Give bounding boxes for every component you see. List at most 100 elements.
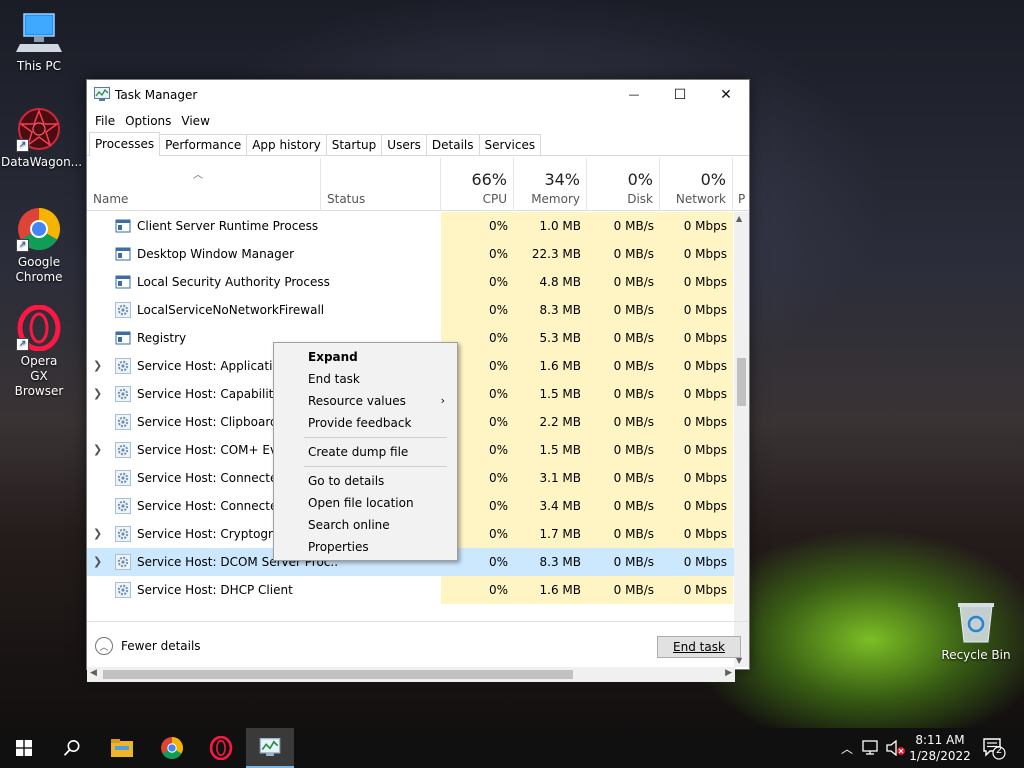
expand-chevron-icon[interactable]: ❯: [93, 555, 102, 568]
expand-chevron-icon[interactable]: ❯: [93, 387, 102, 400]
column-header-network[interactable]: 0% Network: [660, 158, 733, 211]
scroll-left-icon[interactable]: ◀: [90, 668, 97, 678]
context-menu-item-expand[interactable]: Expand: [274, 346, 457, 368]
network-icon[interactable]: [862, 740, 880, 756]
disk-cell: 0 MB/s: [587, 408, 660, 436]
vertical-scroll-thumb[interactable]: [737, 358, 746, 406]
desktop-icon-opera-gx[interactable]: ↗ Opera GX Browser: [1, 304, 77, 399]
start-button[interactable]: [0, 728, 48, 768]
search-button[interactable]: [48, 728, 96, 768]
tray-overflow-chevron-icon[interactable]: ︿: [838, 740, 856, 757]
gear-icon: [115, 526, 131, 542]
menu-file[interactable]: File: [90, 114, 120, 128]
tab-processes[interactable]: Processes: [89, 132, 161, 156]
table-row[interactable]: LocalServiceNoNetworkFirewall 0% 8.3 MB 0 M…: [87, 296, 735, 324]
table-row[interactable]: Client Server Runtime Process 0% 1.0 MB 0 M…: [87, 212, 735, 240]
context-menu-item-search-online[interactable]: Search online: [274, 514, 457, 536]
column-header-power[interactable]: P: [733, 158, 749, 211]
disk-cell: 0 MB/s: [587, 296, 660, 324]
scroll-right-icon[interactable]: ▶: [725, 668, 732, 678]
menu-view[interactable]: View: [176, 114, 214, 128]
context-menu-item-properties[interactable]: Properties: [274, 536, 457, 558]
column-label-network: Network: [675, 192, 726, 206]
context-menu-item-create-dump-file[interactable]: Create dump file: [274, 441, 457, 463]
disk-cell: 0 MB/s: [587, 464, 660, 492]
context-menu-item-label: Search online: [308, 518, 390, 532]
disk-cell: 0 MB/s: [587, 548, 660, 576]
taskbar-file-explorer[interactable]: [98, 728, 146, 768]
column-label-name: Name: [93, 192, 129, 206]
expand-chevron-icon[interactable]: ❯: [93, 527, 102, 540]
memory-cell: 4.8 MB: [514, 268, 587, 296]
expand-chevron-icon[interactable]: ❯: [93, 443, 102, 456]
action-center-button[interactable]: 2: [982, 736, 1006, 760]
column-label-power: P: [738, 192, 746, 206]
vertical-scrollbar[interactable]: ▲ ▼: [734, 212, 749, 667]
network-cell: 0 Mbps: [660, 576, 733, 604]
column-header-disk[interactable]: 0% Disk: [587, 158, 660, 211]
network-cell: 0 Mbps: [660, 492, 733, 520]
network-cell: 0 Mbps: [660, 212, 733, 240]
tab-performance[interactable]: Performance: [159, 134, 248, 155]
minimize-icon: —: [628, 88, 640, 101]
context-menu-item-open-file-location[interactable]: Open file location: [274, 492, 457, 514]
menu-options[interactable]: Options: [120, 114, 176, 128]
close-button[interactable]: ✕: [703, 80, 749, 109]
cpu-cell: 0%: [441, 212, 514, 240]
desktop-icon-this-pc[interactable]: This PC: [1, 10, 77, 74]
taskbar-chrome[interactable]: [148, 728, 196, 768]
context-menu-item-label: Resource values: [308, 394, 406, 408]
tab-users[interactable]: Users: [381, 134, 427, 155]
context-menu-item-go-to-details[interactable]: Go to details: [274, 470, 457, 492]
context-menu-item-end-task[interactable]: End task: [274, 368, 457, 390]
column-header-memory[interactable]: 34% Memory: [514, 158, 587, 211]
network-cell: 0 Mbps: [660, 296, 733, 324]
volume-muted-icon[interactable]: [886, 740, 906, 756]
tab-services[interactable]: Services: [478, 134, 542, 155]
context-menu-item-label: Properties: [308, 540, 369, 554]
menu-separator: [304, 437, 447, 438]
disk-cell: 0 MB/s: [587, 492, 660, 520]
column-header-status[interactable]: Status: [321, 158, 441, 211]
context-menu-item-resource-values[interactable]: Resource values ›: [274, 390, 457, 412]
table-row[interactable]: Desktop Window Manager 0% 22.3 MB 0 MB/s 0 M…: [87, 240, 735, 268]
tab-details[interactable]: Details: [425, 134, 480, 155]
desktop-icon-google-chrome[interactable]: ↗ Google Chrome: [1, 206, 77, 285]
horizontal-scrollbar[interactable]: ◀ ▶: [87, 667, 735, 682]
close-icon: ✕: [720, 86, 732, 103]
end-task-button[interactable]: End task: [657, 636, 741, 658]
memory-cell: 3.4 MB: [514, 492, 587, 520]
shortcut-arrow-icon: ↗: [16, 338, 29, 351]
column-label-disk: Disk: [627, 192, 653, 206]
desktop-icon-datawagon[interactable]: ↗ DataWagon...: [1, 106, 82, 170]
column-header-name[interactable]: ︿ Name: [87, 158, 321, 211]
taskbar-task-manager[interactable]: [246, 728, 294, 768]
fewer-details-toggle[interactable]: ︿ Fewer details: [95, 637, 201, 655]
disk-total-percent: 0%: [627, 170, 653, 189]
datawagon-icon: ↗: [16, 106, 62, 152]
context-menu-item-label: Create dump file: [308, 445, 409, 459]
taskbar-clock[interactable]: 8:11 AM 1/28/2022: [905, 732, 975, 764]
horizontal-scroll-thumb[interactable]: [103, 670, 573, 679]
table-row[interactable]: Service Host: DHCP Client 0% 1.6 MB 0 MB/s 0…: [87, 576, 735, 604]
shortcut-arrow-icon: ↗: [16, 239, 29, 252]
table-header: ︿ Name Status 66% CPU 34% Memory 0% Disk…: [87, 158, 749, 211]
expand-chevron-icon[interactable]: ❯: [93, 359, 102, 372]
maximize-button[interactable]: ☐: [657, 80, 703, 109]
minimize-button[interactable]: —: [611, 80, 657, 109]
taskbar-opera-gx[interactable]: [197, 728, 245, 768]
title-bar[interactable]: Task Manager — ☐ ✕: [87, 80, 749, 110]
tab-app-history[interactable]: App history: [246, 134, 327, 155]
task-manager-icon: [94, 86, 110, 104]
window-icon: [115, 330, 131, 346]
scroll-up-icon[interactable]: ▲: [736, 214, 742, 223]
column-header-cpu[interactable]: 66% CPU: [441, 158, 514, 211]
table-row[interactable]: Local Security Authority Process 0% 4.8 MB…: [87, 268, 735, 296]
submenu-arrow-icon: ›: [440, 394, 445, 407]
desktop-icon-recycle-bin[interactable]: Recycle Bin: [940, 600, 1012, 662]
tab-startup[interactable]: Startup: [325, 134, 383, 155]
context-menu-item-provide-feedback[interactable]: Provide feedback: [274, 412, 457, 434]
gear-icon: [115, 554, 131, 570]
chrome-icon: ↗: [16, 206, 62, 252]
context-menu-item-label: Provide feedback: [308, 416, 412, 430]
